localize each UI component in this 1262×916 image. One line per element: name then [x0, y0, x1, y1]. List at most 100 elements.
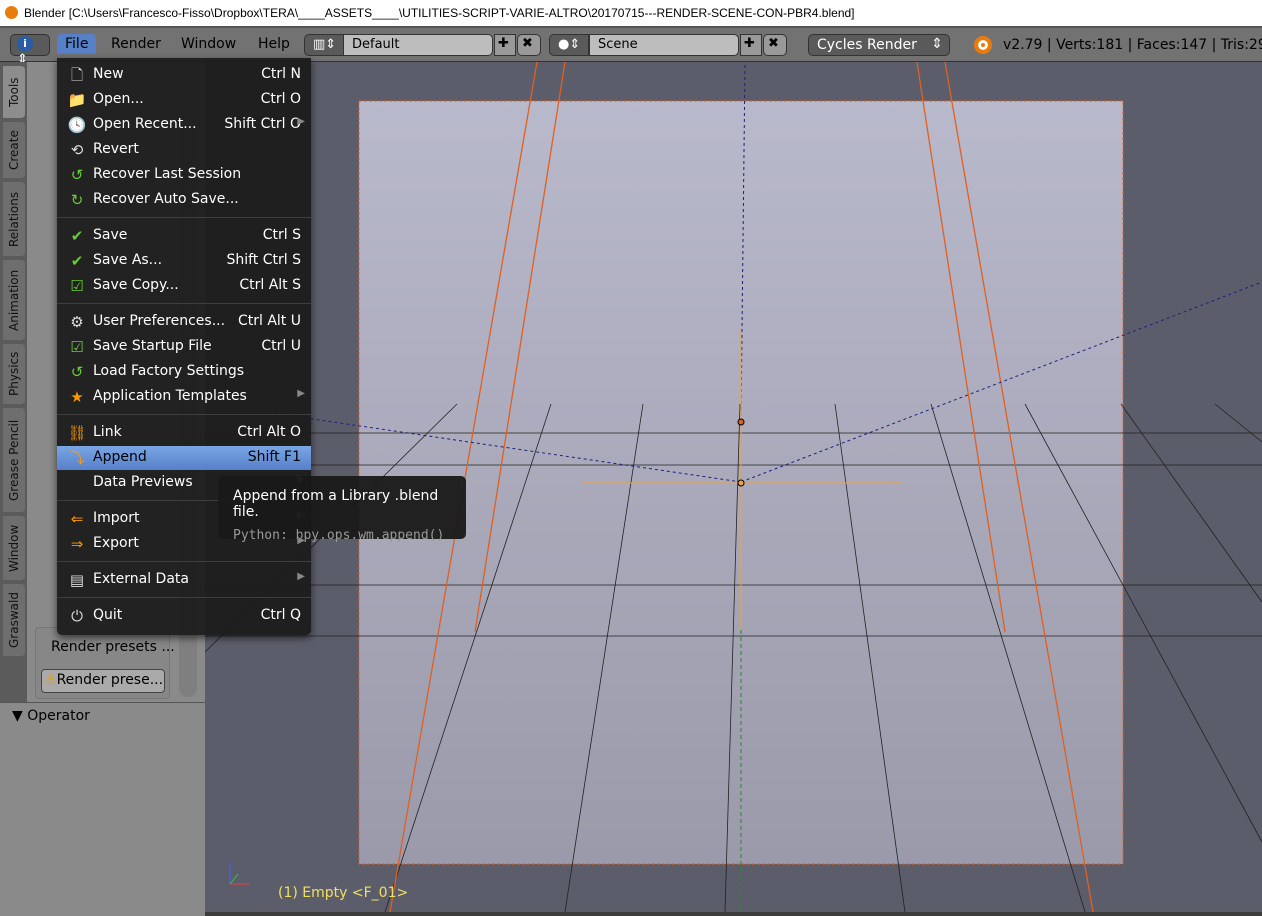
- revert-icon: ⟲: [70, 141, 84, 159]
- recover-icon: ↺: [70, 166, 84, 184]
- menu-item-save-as[interactable]: ✔ Save As... Shift Ctrl S: [57, 249, 311, 273]
- toolshelf-tabs: Tools Create Relations Animation Physics…: [0, 62, 27, 702]
- menu-item-load-factory-settings[interactable]: ↺ Load Factory Settings: [57, 360, 311, 384]
- menu-item-label: Quit: [93, 607, 123, 623]
- menu-item-label: Export: [93, 535, 139, 551]
- menu-item-label: Import: [93, 510, 140, 526]
- menu-item-label: Save Startup File: [93, 338, 212, 354]
- delete-layout-button[interactable]: ✖: [517, 34, 541, 56]
- menu-separator: [57, 561, 311, 562]
- submenu-arrow-icon: ▶: [297, 116, 305, 127]
- tab-relations[interactable]: Relations: [3, 182, 25, 256]
- axis-gizmo: [229, 862, 250, 885]
- window-title: Blender [C:\Users\Francesco-Fisso\Dropbo…: [24, 6, 855, 20]
- title-bar: Blender [C:\Users\Francesco-Fisso\Dropbo…: [0, 0, 1262, 26]
- recover-auto-icon: ↻: [70, 191, 84, 209]
- check-icon: ✔: [70, 227, 84, 245]
- menu-item-shortcut: Ctrl Alt O: [237, 424, 301, 440]
- menu-item-save-copy[interactable]: ☑ Save Copy... Ctrl Alt S: [57, 274, 311, 298]
- menu-item-shortcut: Ctrl S: [262, 227, 301, 243]
- layout-select[interactable]: Default: [343, 34, 493, 56]
- tooltip: Append from a Library .blend file. Pytho…: [218, 476, 466, 543]
- tab-animation[interactable]: Animation: [3, 260, 25, 340]
- menu-item-recover-last-session[interactable]: ↺ Recover Last Session: [57, 163, 311, 187]
- blender-logo-icon: [974, 36, 992, 54]
- menu-item-user-preferences[interactable]: ⚙ User Preferences... Ctrl Alt U: [57, 310, 311, 334]
- menu-item-label: External Data: [93, 571, 189, 587]
- render-presets-label: Render presets ...: [51, 639, 175, 655]
- menu-item-label: New: [93, 66, 124, 82]
- append-icon: ⤵: [69, 449, 85, 467]
- add-scene-button[interactable]: ✚: [740, 34, 762, 56]
- render-presets-button[interactable]: ⚠Render prese...: [41, 669, 165, 693]
- menu-item-label: User Preferences...: [93, 313, 226, 329]
- warning-icon: ⚠: [44, 672, 57, 688]
- folder-icon: 📁: [67, 91, 87, 109]
- menu-file[interactable]: File: [57, 34, 97, 54]
- menu-item-new[interactable]: 🗋 New Ctrl N: [57, 63, 311, 87]
- render-engine-label: Cycles Render: [817, 37, 917, 53]
- updown-icon: ⇕: [931, 36, 943, 52]
- tab-physics[interactable]: Physics: [3, 344, 25, 404]
- export-icon: ⇒: [70, 535, 84, 553]
- delete-scene-button[interactable]: ✖: [763, 34, 787, 56]
- viewport-status: (1) Empty <F_01>: [278, 885, 409, 901]
- operator-panel-header[interactable]: ▼ Operator: [12, 708, 90, 724]
- menu-item-label: Application Templates: [93, 388, 247, 404]
- render-engine-select[interactable]: Cycles Render ⇕: [808, 34, 950, 56]
- menu-item-open-recent[interactable]: 🕓 Open Recent... Shift Ctrl O ▶: [57, 113, 311, 137]
- layout-icon[interactable]: ▥⇕: [304, 34, 344, 56]
- menu-item-open[interactable]: 📁 Open... Ctrl O: [57, 88, 311, 112]
- menu-item-label: Link: [93, 424, 122, 440]
- menu-window[interactable]: Window: [181, 36, 236, 52]
- menu-render[interactable]: Render: [111, 36, 161, 52]
- scene-stats: v2.79 | Verts:181 | Faces:147 | Tris:294…: [1003, 37, 1262, 53]
- save-startup-icon: ☑: [70, 338, 84, 356]
- menu-item-label: Save Copy...: [93, 277, 179, 293]
- recent-icon: 🕓: [67, 116, 87, 134]
- tooltip-python: Python: bpy.ops.wm.append(): [233, 528, 445, 543]
- tab-window[interactable]: Window: [3, 516, 25, 580]
- menu-help[interactable]: Help: [258, 36, 290, 52]
- file-menu: 🗋 New Ctrl N 📁 Open... Ctrl O 🕓 Open Recent... S…: [57, 58, 311, 635]
- menu-separator: [57, 303, 311, 304]
- menu-item-recover-auto-save[interactable]: ↻ Recover Auto Save...: [57, 188, 311, 212]
- tab-create[interactable]: Create: [3, 122, 25, 178]
- menu-item-shortcut: Shift F1: [247, 449, 301, 465]
- menu-item-save[interactable]: ✔ Save Ctrl S: [57, 224, 311, 248]
- menu-item-link[interactable]: ⛓ Link Ctrl Alt O: [57, 421, 311, 445]
- editor-type-button[interactable]: i ⇕: [10, 34, 50, 67]
- menu-item-shortcut: Ctrl U: [261, 338, 301, 354]
- menu-item-application-templates[interactable]: ★ Application Templates ▶: [57, 385, 311, 409]
- operator-panel: ▼ Operator: [0, 702, 205, 916]
- tab-graswald[interactable]: Graswald: [3, 584, 25, 656]
- menu-item-label: Recover Last Session: [93, 166, 242, 182]
- menu-item-append[interactable]: ⤵ Append Shift F1: [57, 446, 311, 470]
- menu-item-revert[interactable]: ⟲ Revert: [57, 138, 311, 162]
- blender-logo-icon: [5, 6, 18, 19]
- menu-item-label: Save: [93, 227, 128, 243]
- menu-item-external-data[interactable]: ▤ External Data ▶: [57, 568, 311, 592]
- templates-icon: ★: [70, 388, 84, 406]
- scene-icon[interactable]: ●⇕: [549, 34, 589, 56]
- scene-select[interactable]: Scene: [589, 34, 739, 56]
- object-origin[interactable]: [737, 418, 745, 426]
- save-copy-icon: ☑: [70, 277, 84, 295]
- menu-item-shortcut: Ctrl Alt U: [237, 313, 301, 329]
- import-icon: ⇐: [70, 510, 84, 528]
- menu-item-quit[interactable]: ⏻ Quit Ctrl Q: [57, 604, 311, 628]
- menu-item-label: Recover Auto Save...: [93, 191, 239, 207]
- tab-tools[interactable]: Tools: [3, 66, 25, 118]
- info-header: i ⇕ File Render Window Help ▥⇕ Default ✚…: [0, 26, 1262, 67]
- tab-grease-pencil[interactable]: Grease Pencil: [3, 408, 25, 512]
- add-layout-button[interactable]: ✚: [494, 34, 516, 56]
- menu-item-label: Data Previews: [93, 474, 193, 490]
- empty-origin[interactable]: [737, 479, 745, 487]
- load-factory-icon: ↺: [70, 363, 84, 381]
- power-icon: ⏻: [71, 607, 83, 625]
- external-data-icon: ▤: [69, 571, 85, 589]
- menu-item-shortcut: Ctrl O: [260, 91, 301, 107]
- menu-item-save-startup-file[interactable]: ☑ Save Startup File Ctrl U: [57, 335, 311, 359]
- operator-label: Operator: [27, 708, 90, 724]
- new-file-icon: 🗋: [70, 66, 84, 84]
